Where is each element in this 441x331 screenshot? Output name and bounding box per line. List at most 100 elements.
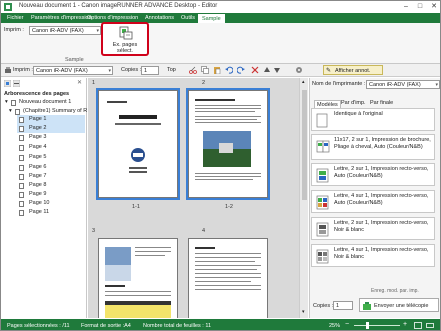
close-button[interactable]: ✕	[427, 1, 440, 12]
right-printer-select[interactable]: Canon iR-ADV (FAX) ▾	[366, 80, 440, 89]
collapse-icon[interactable]: ▾	[5, 98, 8, 107]
page-1-content	[99, 91, 177, 197]
paste-icon[interactable]	[213, 66, 221, 74]
favorite-item[interactable]: Lettre, 4 sur 1, Impression recto-verso,…	[311, 190, 435, 213]
favorite-item[interactable]: Lettre, 2 sur 1, Impression recto-verso,…	[311, 163, 435, 186]
preview-scrollbar[interactable]: ▴ ▾	[299, 78, 308, 318]
delete-icon[interactable]	[251, 66, 259, 74]
undo-icon[interactable]	[225, 66, 233, 74]
booklet-icon	[316, 140, 330, 153]
copy-icon[interactable]	[201, 66, 209, 74]
two-up-color-icon	[316, 168, 329, 183]
tree-page-label: Page 5	[29, 154, 47, 160]
minimize-button[interactable]: –	[399, 1, 413, 12]
page-thumbnail-4[interactable]	[188, 238, 268, 318]
tree-page-3[interactable]: Page 3	[17, 133, 85, 142]
tab-print-params[interactable]: Par d'imp.	[341, 100, 366, 106]
tree-root-label: Nouveau document 1	[19, 99, 72, 105]
tab-sample[interactable]: Sample	[197, 13, 226, 23]
page-icon	[19, 134, 24, 141]
tree-page-7[interactable]: Page 7	[17, 172, 85, 181]
maximize-button[interactable]: □	[413, 1, 427, 12]
scrollbar-thumb[interactable]	[302, 90, 307, 200]
cut-icon[interactable]	[189, 66, 197, 74]
tree-page-4[interactable]: Page 4	[17, 143, 85, 152]
save-template-link[interactable]: Enreg. mod. par. imp.	[371, 288, 419, 294]
page-icon	[19, 173, 24, 180]
tree-page-10[interactable]: Page 10	[17, 199, 85, 208]
ribbon-group-label: Sample	[65, 57, 84, 63]
tree-page-1[interactable]: Page 1	[17, 115, 85, 124]
ribbon-panel: Imprim : Canon iR-ADV (FAX) ▾ Ex. pages …	[1, 22, 440, 64]
favorite-label: Lettre, 2 sur 1, Impression recto-verso,…	[334, 166, 429, 179]
tree-tool-icon[interactable]	[13, 80, 20, 87]
scroll-up-icon[interactable]: ▴	[302, 79, 305, 85]
scroll-down-icon[interactable]: ▾	[302, 309, 305, 315]
favorite-item[interactable]: Lettre, 4 sur 1, Impression recto-verso,…	[311, 244, 435, 267]
app-icon	[4, 3, 12, 11]
page-number: 1	[92, 80, 96, 86]
page-icon	[19, 209, 24, 216]
sheet-count-status: Nombre total de feuilles : 11	[143, 322, 212, 329]
move-down-icon[interactable]	[273, 66, 281, 74]
chevron-down-icon: ▾	[108, 68, 111, 74]
annotation-icon: ✎	[326, 68, 332, 74]
four-up-bw-icon	[316, 249, 329, 264]
favorite-item[interactable]: Lettre, 2 sur 1, Impression recto-verso,…	[311, 217, 435, 240]
tree-page-label: Page 8	[29, 182, 47, 188]
right-copies-label: Copies :	[313, 303, 334, 309]
tab-tools[interactable]: Outils	[177, 13, 199, 23]
toolbar-printer-select[interactable]: Canon iR-ADV (FAX) ▾	[33, 66, 113, 75]
zoom-out-icon[interactable]: −	[345, 321, 349, 328]
close-pane-icon[interactable]: ✕	[77, 79, 82, 86]
favorite-item[interactable]: 11x17, 2 sur 1, Impression de brochure, …	[311, 134, 435, 160]
page-number: 3	[92, 228, 96, 234]
tree-page-9[interactable]: Page 9	[17, 190, 85, 199]
page-icon	[19, 182, 24, 189]
tree-root[interactable]: ▾ Nouveau document 1	[5, 98, 87, 107]
toolbar-copies-field[interactable]: 1	[141, 66, 159, 75]
tree-page-label: Page 6	[29, 164, 47, 170]
sample-print-icon	[119, 26, 133, 40]
printer-icon[interactable]	[4, 66, 12, 74]
settings-icon[interactable]	[295, 66, 303, 74]
sample-pages-button[interactable]: Ex. pages sélect.	[101, 22, 149, 56]
ribbon-printer-select[interactable]: Canon iR-ADV (FAX) ▾	[29, 26, 101, 35]
tree-tool-icon[interactable]	[4, 80, 11, 87]
output-format-status: Format de sortie :A4	[81, 322, 131, 329]
right-copies-field[interactable]: 1	[333, 301, 353, 310]
tree-page-6[interactable]: Page 6	[17, 163, 85, 172]
page-icon	[19, 125, 24, 132]
tab-finishing[interactable]: Par finale	[370, 100, 393, 106]
page-number: 4	[202, 228, 206, 234]
fit-page-icon[interactable]	[414, 322, 422, 329]
top-dropdown[interactable]: Top	[167, 67, 176, 73]
page-icon	[19, 164, 24, 171]
zoom-slider[interactable]	[354, 325, 400, 326]
show-annotations-button[interactable]: ✎ Afficher annot.	[323, 65, 383, 75]
page-thumbnail-2[interactable]	[186, 88, 270, 200]
redo-icon[interactable]	[237, 66, 245, 74]
four-up-color-icon	[316, 195, 329, 210]
page-preview-area: 1 2 1-1 1-2 3 4 ▴ ▾	[88, 78, 308, 318]
tree-page-8[interactable]: Page 8	[17, 181, 85, 190]
fit-width-icon[interactable]	[426, 322, 434, 329]
page-icon	[19, 191, 24, 198]
page-caption: 1-1	[132, 204, 140, 210]
tree-page-label: Page 1	[29, 116, 47, 122]
tab-file[interactable]: Fichier	[3, 13, 28, 23]
move-up-icon[interactable]	[263, 66, 271, 74]
zoom-slider-thumb[interactable]	[366, 322, 369, 329]
send-fax-button[interactable]: Envoyer une télécopie	[359, 298, 439, 312]
page-icon	[19, 116, 24, 123]
tree-page-5[interactable]: Page 5	[17, 153, 85, 162]
page-thumbnail-3[interactable]	[98, 238, 178, 318]
original-doc-icon	[316, 113, 328, 128]
collapse-icon[interactable]: ▾	[9, 107, 12, 116]
page-thumbnail-1[interactable]	[96, 88, 180, 200]
tree-page-11[interactable]: Page 11	[17, 208, 85, 217]
favorite-item[interactable]: Identique à l'original	[311, 108, 435, 131]
tree-page-label: Page 3	[29, 134, 47, 140]
tree-page-2[interactable]: Page 2	[17, 124, 85, 133]
zoom-in-icon[interactable]: +	[403, 321, 407, 328]
